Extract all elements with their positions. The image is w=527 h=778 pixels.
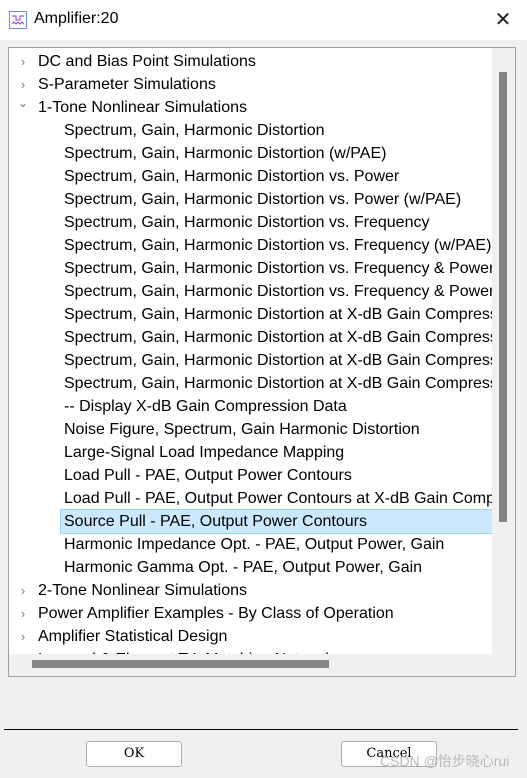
tree-item-label: 2-Tone Nonlinear Simulations xyxy=(38,582,247,599)
tree-group[interactable]: › Lumped & Element T-L Matching Networks xyxy=(9,648,492,654)
tree-item-label: Noise Figure, Spectrum, Gain Harmonic Di… xyxy=(64,421,420,438)
tree-item-label: Spectrum, Gain, Harmonic Distortion at X… xyxy=(64,329,492,346)
schematic-icon xyxy=(9,11,27,29)
tree-item[interactable]: Spectrum, Gain, Harmonic Distortion at X… xyxy=(9,372,492,395)
horizontal-scrollbar-thumb[interactable] xyxy=(32,660,329,668)
tree-group[interactable]: › S-Parameter Simulations xyxy=(9,73,492,96)
tree-item-label: Harmonic Gamma Opt. - PAE, Output Power,… xyxy=(64,559,423,576)
tree-item[interactable]: Spectrum, Gain, Harmonic Distortion vs. … xyxy=(9,234,492,257)
chevron-right-icon[interactable]: › xyxy=(17,648,29,654)
tree-item-label: Load Pull - PAE, Output Power Contours xyxy=(64,467,352,484)
close-icon[interactable]: ✕ xyxy=(490,8,516,32)
watermark: CSDN @怡步晓心rui xyxy=(380,753,510,769)
tree-item[interactable]: Load Pull - PAE, Output Power Contours xyxy=(9,464,492,487)
tree-item[interactable]: Harmonic Gamma Opt. - PAE, Output Power,… xyxy=(9,556,492,579)
tree-viewport: › DC and Bias Point Simulations › S-Paramet… xyxy=(9,48,492,654)
tree-group[interactable]: › Amplifier Statistical Design xyxy=(9,625,492,648)
tree-item-label: Spectrum, Gain, Harmonic Distortion at X… xyxy=(64,306,492,323)
chevron-down-icon[interactable]: ⌄ xyxy=(17,96,29,110)
tree-item-label: Harmonic Impedance Opt. - PAE, Output Po… xyxy=(64,536,445,553)
tree-item[interactable]: Spectrum, Gain, Harmonic Distortion vs. … xyxy=(9,188,492,211)
tree-item[interactable]: Spectrum, Gain, Harmonic Distortion vs. … xyxy=(9,165,492,188)
tree-item[interactable]: Noise Figure, Spectrum, Gain Harmonic Di… xyxy=(9,418,492,441)
tree-item-label: Load Pull - PAE, Output Power Contours a… xyxy=(64,490,492,507)
window-title: Amplifier:20 xyxy=(34,10,119,27)
tree-group[interactable]: ⌄ 1-Tone Nonlinear Simulations xyxy=(9,96,492,119)
tree-group[interactable]: › DC and Bias Point Simulations xyxy=(9,50,492,73)
tree-group[interactable]: › Power Amplifier Examples - By Class of … xyxy=(9,602,492,625)
tree-item-label: Lumped & Element T-L Matching Networks xyxy=(38,648,341,654)
tree-item[interactable]: Spectrum, Gain, Harmonic Distortion vs. … xyxy=(9,280,492,303)
vertical-scrollbar-thumb[interactable] xyxy=(499,72,507,522)
tree-item[interactable]: Harmonic Impedance Opt. - PAE, Output Po… xyxy=(9,533,492,556)
tree-item-label: 1-Tone Nonlinear Simulations xyxy=(38,99,247,116)
tree-item[interactable]: Large-Signal Load Impedance Mapping xyxy=(9,441,492,464)
tree-item-label: S-Parameter Simulations xyxy=(38,76,216,93)
tree-item[interactable]: Spectrum, Gain, Harmonic Distortion vs. … xyxy=(9,211,492,234)
tree-item-label: DC and Bias Point Simulations xyxy=(38,53,256,70)
tree-item[interactable]: Load Pull - PAE, Output Power Contours a… xyxy=(9,487,492,510)
title-bar: Amplifier:20 ✕ xyxy=(0,0,527,40)
tree-item-label: Spectrum, Gain, Harmonic Distortion vs. … xyxy=(64,191,462,208)
chevron-right-icon[interactable]: › xyxy=(17,602,29,625)
chevron-right-icon[interactable]: › xyxy=(17,579,29,602)
tree-item-label: Spectrum, Gain, Harmonic Distortion vs. … xyxy=(64,283,492,300)
chevron-right-icon[interactable]: › xyxy=(17,50,29,73)
tree-item-label: Spectrum, Gain, Harmonic Distortion xyxy=(64,122,325,139)
tree-item-label: Spectrum, Gain, Harmonic Distortion vs. … xyxy=(64,237,492,254)
tree-item[interactable]: -- Display X-dB Gain Compression Data xyxy=(9,395,492,418)
tree-item[interactable]: Spectrum, Gain, Harmonic Distortion (w/P… xyxy=(9,142,492,165)
template-tree[interactable]: › DC and Bias Point Simulations › S-Paramet… xyxy=(8,47,516,677)
tree-item-label: Spectrum, Gain, Harmonic Distortion vs. … xyxy=(64,168,400,185)
chevron-right-icon[interactable]: › xyxy=(17,625,29,648)
tree-group[interactable]: › 2-Tone Nonlinear Simulations xyxy=(9,579,492,602)
tree-item-label: Large-Signal Load Impedance Mapping xyxy=(64,444,345,461)
chevron-right-icon[interactable]: › xyxy=(17,73,29,96)
tree-item[interactable]: Spectrum, Gain, Harmonic Distortion at X… xyxy=(9,326,492,349)
tree-item[interactable]: Spectrum, Gain, Harmonic Distortion at X… xyxy=(9,349,492,372)
ok-button[interactable]: OK xyxy=(86,741,182,767)
separator xyxy=(4,729,518,730)
tree-item-label: Source Pull - PAE, Output Power Contours xyxy=(64,513,367,530)
tree-item-label: Power Amplifier Examples - By Class of O… xyxy=(38,605,394,622)
tree-item[interactable]: Source Pull - PAE, Output Power Contours xyxy=(60,509,492,534)
tree-item-label: -- Display X-dB Gain Compression Data xyxy=(64,398,347,415)
tree-item-label: Spectrum, Gain, Harmonic Distortion (w/P… xyxy=(64,145,387,162)
tree-item[interactable]: Spectrum, Gain, Harmonic Distortion xyxy=(9,119,492,142)
tree-item-label: Amplifier Statistical Design xyxy=(38,628,228,645)
tree-item-label: Spectrum, Gain, Harmonic Distortion at X… xyxy=(64,375,492,392)
tree-item[interactable]: Spectrum, Gain, Harmonic Distortion vs. … xyxy=(9,257,492,280)
tree-item-label: Spectrum, Gain, Harmonic Distortion at X… xyxy=(64,352,492,369)
tree-item-label: Spectrum, Gain, Harmonic Distortion vs. … xyxy=(64,260,492,277)
tree-item-label: Spectrum, Gain, Harmonic Distortion vs. … xyxy=(64,214,430,231)
tree-item[interactable]: Spectrum, Gain, Harmonic Distortion at X… xyxy=(9,303,492,326)
